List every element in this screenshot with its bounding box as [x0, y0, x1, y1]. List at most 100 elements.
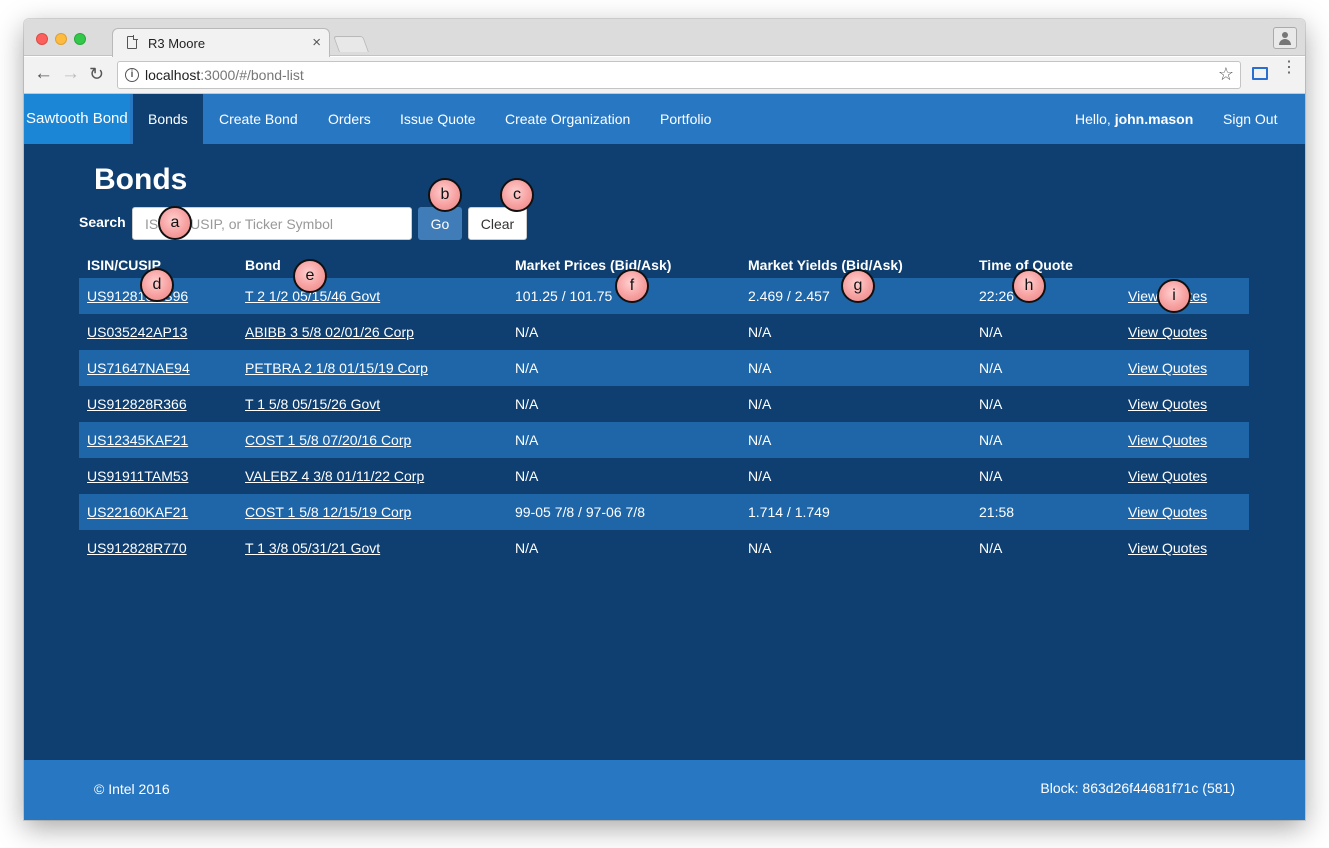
view-quotes-link[interactable]: View Quotes [1128, 396, 1207, 412]
menu-icon[interactable]: ⋮ [1281, 60, 1297, 76]
block-info: Block: 863d26f44681f71c (581) [1040, 780, 1235, 796]
address-bar[interactable]: i localhost:3000/#/bond-list ☆ [117, 61, 1241, 89]
table-row: US71647NAE94 PETBRA 2 1/8 01/15/19 Corp N/… [79, 350, 1249, 386]
table-header: ISIN/CUSIP Bond Market Prices (Bid/Ask) … [79, 248, 1249, 278]
market-yields-cell: 2.469 / 2.457 [748, 288, 830, 304]
page-content: Sawtooth Bond Bonds Create Bond Orders I… [24, 94, 1305, 820]
bond-link[interactable]: ABIBB 3 5/8 02/01/26 Corp [245, 324, 414, 340]
view-quotes-link[interactable]: View Quotes [1128, 432, 1207, 448]
time-of-quote-cell: N/A [979, 360, 1003, 376]
person-icon-body [1279, 39, 1291, 45]
browser-window: R3 Moore × ← → ↻ i localhost:3000/#/bond… [24, 19, 1305, 820]
url-text[interactable]: localhost:3000/#/bond-list [145, 67, 304, 83]
view-quotes-link[interactable]: View Quotes [1128, 504, 1207, 520]
tab-title: R3 Moore [148, 36, 206, 51]
view-quotes-link[interactable]: View Quotes [1128, 324, 1207, 340]
table-row: US22160KAF21 COST 1 5/8 12/15/19 Corp 99-0… [79, 494, 1249, 530]
info-icon[interactable]: i [125, 68, 139, 82]
market-prices-cell: 101.25 / 101.75 [515, 288, 613, 304]
marker-e: e [293, 259, 327, 293]
reload-icon[interactable]: ↻ [89, 64, 104, 85]
copyright-text: © Intel 2016 [94, 781, 170, 797]
market-prices-cell: 99-05 7/8 / 97-06 7/8 [515, 504, 645, 520]
url-path: :3000/#/bond-list [200, 67, 304, 83]
bond-link[interactable]: COST 1 5/8 12/15/19 Corp [245, 504, 411, 520]
bookmark-star-icon[interactable]: ☆ [1218, 64, 1234, 85]
marker-f: f [615, 269, 649, 303]
isin-link[interactable]: US912828R366 [87, 396, 187, 412]
cast-icon[interactable] [1252, 67, 1268, 80]
market-yields-cell: N/A [748, 540, 772, 556]
market-prices-cell: N/A [515, 432, 539, 448]
marker-a: a [158, 206, 192, 240]
table-row: US12345KAF21 COST 1 5/8 07/20/16 Corp N/A N… [79, 422, 1249, 458]
time-of-quote-cell: N/A [979, 468, 1003, 484]
view-quotes-link[interactable]: View Quotes [1128, 360, 1207, 376]
back-icon[interactable]: ← [34, 63, 53, 85]
table-row: US912810RS96 T 2 1/2 05/15/46 Govt 101.25 … [79, 278, 1249, 314]
nav-orders[interactable]: Orders [328, 94, 371, 144]
time-of-quote-cell: N/A [979, 432, 1003, 448]
bond-link[interactable]: T 1 5/8 05/15/26 Govt [245, 396, 380, 412]
market-prices-cell: N/A [515, 396, 539, 412]
close-window-button[interactable] [36, 33, 48, 45]
minimize-window-button[interactable] [55, 33, 67, 45]
marker-g: g [841, 269, 875, 303]
time-of-quote-cell: N/A [979, 324, 1003, 340]
view-quotes-link[interactable]: View Quotes [1128, 540, 1207, 556]
app-navbar: Sawtooth Bond Bonds Create Bond Orders I… [24, 94, 1305, 144]
forward-icon[interactable]: → [61, 63, 80, 85]
go-button[interactable]: Go [418, 207, 462, 240]
nav-create-organization[interactable]: Create Organization [505, 94, 630, 144]
bond-link[interactable]: T 1 3/8 05/31/21 Govt [245, 540, 380, 556]
time-of-quote-cell: 22:26 [979, 288, 1015, 304]
marker-c: c [500, 178, 534, 212]
profile-button[interactable] [1273, 27, 1297, 49]
marker-b: b [428, 178, 462, 212]
url-host: localhost [145, 67, 201, 83]
header-market-yields: Market Yields (Bid/Ask) [748, 257, 903, 273]
nav-bonds[interactable]: Bonds [133, 94, 203, 144]
market-yields-cell: N/A [748, 360, 772, 376]
document-icon [127, 35, 138, 49]
search-label: Search [79, 214, 126, 230]
market-prices-cell: N/A [515, 468, 539, 484]
nav-issue-quote[interactable]: Issue Quote [400, 94, 476, 144]
isin-link[interactable]: US912828R770 [87, 540, 187, 556]
isin-link[interactable]: US91911TAM53 [87, 468, 188, 484]
header-market-prices: Market Prices (Bid/Ask) [515, 257, 672, 273]
nav-portfolio[interactable]: Portfolio [660, 94, 711, 144]
isin-link[interactable]: US71647NAE94 [87, 360, 190, 376]
view-quotes-link[interactable]: View Quotes [1128, 468, 1207, 484]
page-footer: © Intel 2016 Block: 863d26f44681f71c (58… [24, 760, 1305, 820]
maximize-window-button[interactable] [74, 33, 86, 45]
bond-link[interactable]: COST 1 5/8 07/20/16 Corp [245, 432, 411, 448]
brand-link[interactable]: Sawtooth Bond [24, 94, 130, 144]
market-yields-cell: N/A [748, 468, 772, 484]
tab-close-icon[interactable]: × [312, 34, 321, 51]
bond-link[interactable]: PETBRA 2 1/8 01/15/19 Corp [245, 360, 428, 376]
sign-out-link[interactable]: Sign Out [1223, 94, 1277, 144]
table-row: US035242AP13 ABIBB 3 5/8 02/01/26 Corp N/A… [79, 314, 1249, 350]
header-bond: Bond [245, 257, 281, 273]
marker-h: h [1012, 269, 1046, 303]
table-row: US912828R366 T 1 5/8 05/15/26 Govt N/A N/A N… [79, 386, 1249, 422]
isin-link[interactable]: US035242AP13 [87, 324, 187, 340]
isin-link[interactable]: US12345KAF21 [87, 432, 188, 448]
time-of-quote-cell: N/A [979, 540, 1003, 556]
marker-d: d [140, 268, 174, 302]
table-body: US912810RS96 T 2 1/2 05/15/46 Govt 101.25 … [79, 278, 1249, 566]
market-yields-cell: 1.714 / 1.749 [748, 504, 830, 520]
nav-create-bond[interactable]: Create Bond [219, 94, 298, 144]
bonds-table: ISIN/CUSIP Bond Market Prices (Bid/Ask) … [79, 248, 1249, 566]
bond-link[interactable]: VALEBZ 4 3/8 01/11/22 Corp [245, 468, 424, 484]
new-tab-button[interactable] [333, 36, 369, 52]
table-row: US91911TAM53 VALEBZ 4 3/8 01/11/22 Corp N/… [79, 458, 1249, 494]
market-prices-cell: N/A [515, 360, 539, 376]
browser-tab[interactable]: R3 Moore × [112, 28, 330, 57]
user-greeting: Hello, john.mason [1075, 94, 1193, 144]
person-icon [1282, 32, 1288, 38]
greeting-prefix: Hello, [1075, 111, 1115, 127]
browser-toolbar: ← → ↻ i localhost:3000/#/bond-list ☆ ⋮ [24, 57, 1305, 94]
isin-link[interactable]: US22160KAF21 [87, 504, 188, 520]
